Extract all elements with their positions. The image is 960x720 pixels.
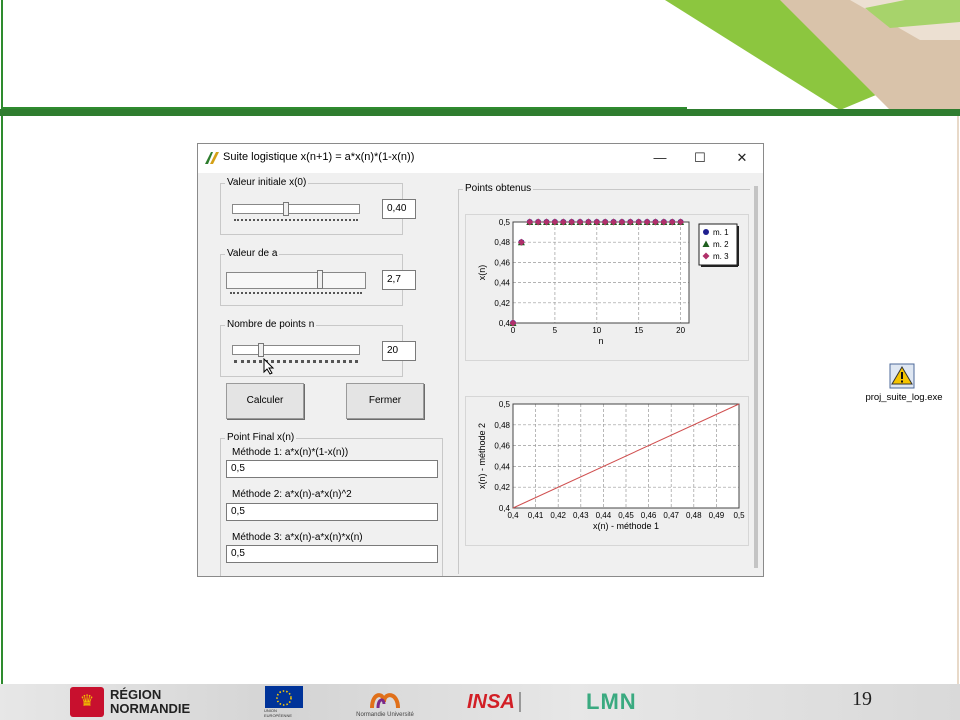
method-3-result[interactable]: 0,5 — [226, 545, 438, 563]
c1-y-tick-label: 0,42 — [494, 299, 510, 308]
c2-x-tick-label: 0,46 — [641, 511, 657, 520]
c2-x-tick-label: 0,44 — [596, 511, 612, 520]
slide-border-left — [1, 116, 3, 684]
close-button[interactable]: ✕ — [734, 150, 750, 166]
legend-label: m. 3 — [713, 252, 729, 261]
c1-y-tick-label: 0,4 — [499, 319, 511, 328]
method-2-result[interactable]: 0,5 — [226, 503, 438, 521]
initial-value-ticks — [234, 217, 358, 221]
final-point-label: Point Final x(n) — [225, 432, 297, 443]
c2-x-tick-label: 0,42 — [550, 511, 566, 520]
slide-border-right — [957, 116, 959, 684]
c2-y-tick-label: 0,4 — [499, 504, 511, 513]
method-2-label: Méthode 2: a*x(n)-a*x(n)^2 — [232, 489, 352, 500]
region-normandie-logo: ♛ RÉGION NORMANDIE — [70, 686, 212, 718]
c2-x-tick-label: 0,47 — [663, 511, 679, 520]
points-count-label: Nombre de points n — [225, 319, 317, 330]
c2-y-tick-label: 0,46 — [494, 442, 510, 451]
c1-plot-bg — [513, 222, 689, 323]
app-icon — [205, 152, 219, 164]
sequence-chart: 0 5 10 15 20 0,4 0,42 0,44 0,46 0,48 0,5 n x(n) m… — [465, 214, 749, 361]
header-rule — [0, 109, 960, 116]
insa-text: INSA — [467, 690, 515, 713]
c1-y-tick-label: 0,5 — [499, 218, 511, 227]
page-number: 19 — [852, 688, 872, 710]
lmn-logo: LMN — [586, 686, 636, 718]
region-normandie-text: RÉGION NORMANDIE — [110, 687, 191, 716]
a-value-input[interactable]: 2,7 — [382, 270, 416, 290]
warning-icon[interactable] — [889, 363, 915, 389]
points-count-slider-thumb[interactable] — [258, 343, 264, 357]
initial-value-input[interactable]: 0,40 — [382, 199, 416, 219]
a-value-slider[interactable] — [226, 272, 366, 289]
points-count-slider[interactable] — [232, 345, 360, 355]
sequence-chart-grid — [512, 221, 689, 324]
header-decoration — [665, 0, 960, 110]
window-title: Suite logistique x(n+1) = a*x(n)*(1-x(n)… — [223, 151, 415, 163]
comparison-chart: 0,4 0,41 0,42 0,43 0,44 0,45 0,46 0,47 0,48 0,49 0… — [465, 396, 749, 546]
points-count-ticks — [234, 358, 358, 363]
minimize-button[interactable]: — — [652, 150, 668, 166]
initial-value-slider[interactable] — [232, 204, 360, 214]
legend-label: m. 1 — [713, 228, 729, 237]
c2-y-tick-label: 0,42 — [494, 483, 510, 492]
c2-y-tick-label: 0,48 — [494, 421, 510, 430]
c1-y-tick-label: 0,44 — [494, 279, 510, 288]
normandie-universite-logo: Normandie Université — [352, 686, 418, 718]
c2-x-tick-label: 0,41 — [528, 511, 544, 520]
comparison-chart-y-label: x(n) - méthode 2 — [477, 423, 487, 489]
desktop-icon-label[interactable]: proj_suite_log.exe — [862, 392, 946, 403]
points-count-input[interactable]: 20 — [382, 341, 416, 361]
eu-stars-icon — [265, 686, 303, 708]
title-bar[interactable]: Suite logistique x(n+1) = a*x(n)*(1-x(n)… — [198, 144, 763, 173]
a-value-slider-thumb[interactable] — [317, 270, 323, 289]
slide-header — [0, 0, 960, 118]
c2-y-tick-label: 0,5 — [499, 400, 511, 409]
initial-value-label: Valeur initiale x(0) — [225, 177, 309, 188]
method-1-label: Méthode 1: a*x(n)*(1-x(n)) — [232, 447, 349, 458]
sequence-chart-y-label: x(n) — [477, 265, 487, 281]
method-3-label: Méthode 3: a*x(n)-a*x(n)*x(n) — [232, 532, 363, 543]
sequence-chart-legend: m. 1 m. 2 m. 3 — [698, 223, 739, 267]
a-value-ticks — [230, 290, 362, 294]
fermer-button[interactable]: Fermer — [346, 383, 424, 419]
legend-label: m. 2 — [713, 240, 729, 249]
c1-y-tick-label: 0,46 — [494, 258, 510, 267]
c2-x-tick-label: 0,5 — [733, 511, 745, 520]
c2-x-tick-label: 0,43 — [573, 511, 589, 520]
lmn-text: LMN — [586, 689, 637, 714]
c2-x-tick-label: 0,49 — [709, 511, 725, 520]
c1-x-tick-label: 20 — [676, 326, 685, 335]
header-frame — [1, 0, 687, 109]
points-obtained-label: Points obtenus — [463, 183, 534, 194]
insa-subtitle-icon — [518, 692, 557, 712]
c1-y-tick-label: 0,48 — [494, 238, 510, 247]
insa-rouen-logo: INSA — [467, 686, 557, 718]
lions-emblem-icon: ♛ — [70, 687, 104, 717]
normandie-universite-mark-icon — [370, 693, 400, 709]
comparison-chart-x-label: x(n) - méthode 1 — [593, 521, 659, 531]
c2-y-tick-label: 0,44 — [494, 462, 510, 471]
maximize-button[interactable]: ☐ — [692, 150, 708, 166]
c1-x-tick-label: 0 — [511, 326, 516, 335]
vertical-scrollbar[interactable] — [754, 186, 758, 568]
c2-x-tick-label: 0,48 — [686, 511, 702, 520]
app-window: Suite logistique x(n+1) = a*x(n)*(1-x(n)… — [197, 143, 764, 577]
c1-x-tick-label: 15 — [634, 326, 643, 335]
initial-value-slider-thumb[interactable] — [283, 202, 289, 216]
a-value-label: Valeur de a — [225, 248, 280, 259]
comparison-chart-x-ticks: 0,4 0,41 0,42 0,43 0,44 0,45 0,46 0,47 0,48 0,49 0… — [507, 511, 745, 520]
compute-button[interactable]: Calculer — [226, 383, 304, 419]
eu-flag-logo: UNION EUROPÉENNE — [264, 686, 304, 718]
method-1-result[interactable]: 0,5 — [226, 460, 438, 478]
mouse-cursor-icon — [263, 358, 275, 375]
normandie-universite-text: Normandie Université — [356, 712, 414, 718]
legend-marker-m1 — [703, 229, 709, 235]
sequence-chart-x-label: n — [598, 336, 603, 346]
c1-x-tick-label: 10 — [592, 326, 601, 335]
eu-text: UNION EUROPÉENNE — [264, 708, 293, 718]
c1-x-tick-label: 5 — [553, 326, 558, 335]
c2-x-tick-label: 0,45 — [618, 511, 634, 520]
